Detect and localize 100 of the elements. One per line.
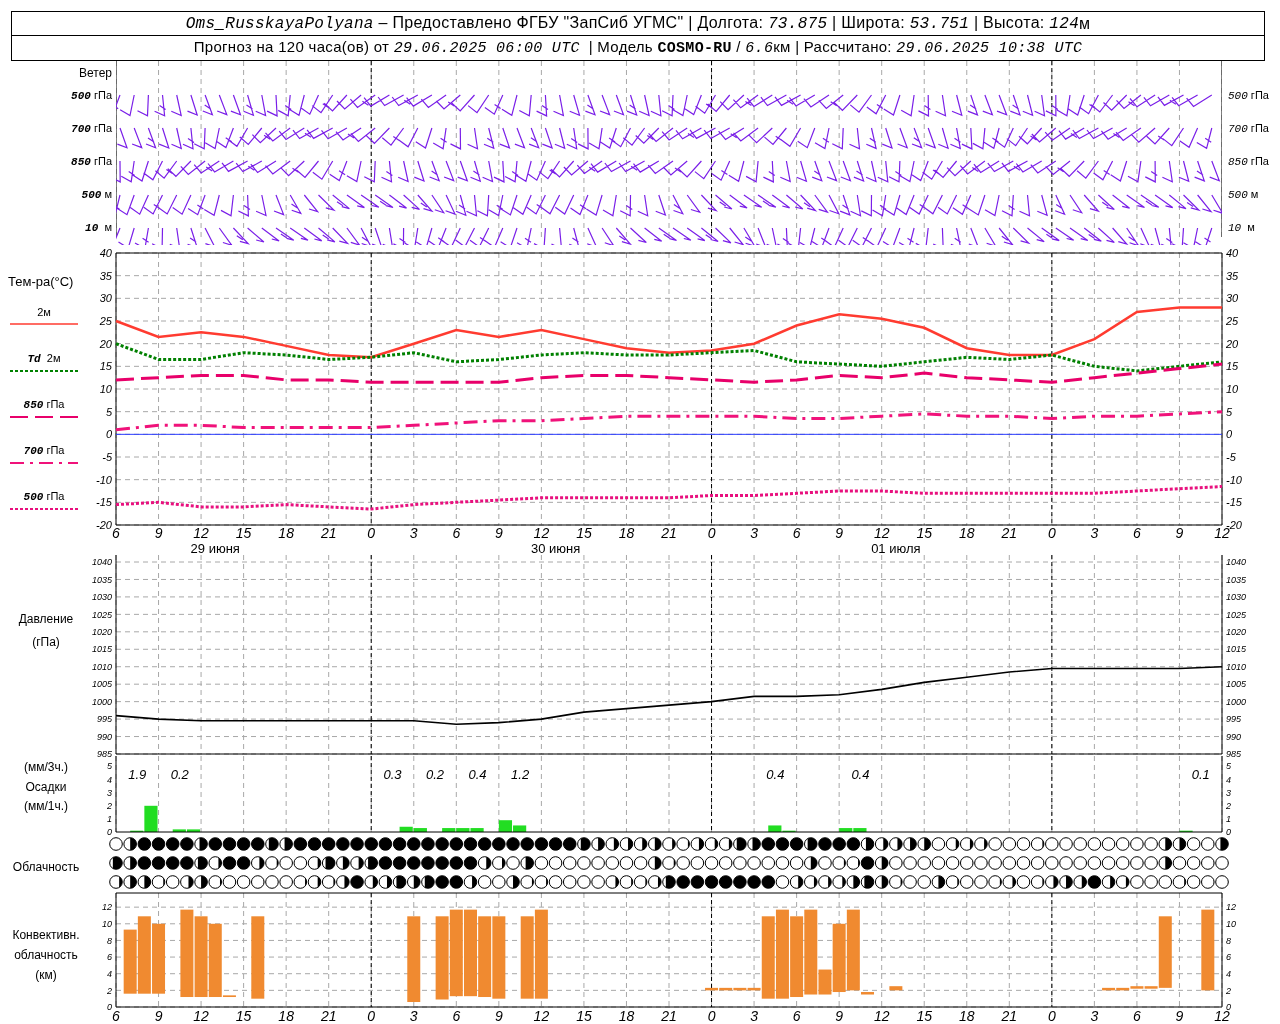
axis-tick-label: 35 xyxy=(1226,269,1239,282)
axis-tick-label: 3 xyxy=(409,525,418,541)
axis-tick-label: -5 xyxy=(1226,450,1236,463)
axis-tick-label: 12 xyxy=(193,525,209,541)
axis-tick-label: 9 xyxy=(835,525,844,541)
axis-tick-label: 9 xyxy=(1175,525,1184,541)
axis-tick-label: 10 xyxy=(1226,918,1236,929)
axis-tick-label: 985 xyxy=(1226,749,1242,760)
axis-tick-label: 2 xyxy=(107,800,112,811)
level-label: 700 гПа xyxy=(1228,120,1269,137)
axis-tick-label: 21 xyxy=(661,1008,677,1024)
axis-tick-label: 10 xyxy=(102,918,112,929)
axis-tick-label: 12 xyxy=(533,1008,550,1024)
axis-tick-label: 21 xyxy=(320,1008,337,1024)
axis-tick-label: 1030 xyxy=(1226,592,1247,603)
axis-tick-label: 0 xyxy=(1047,525,1056,541)
axis-tick-label: 25 xyxy=(1226,314,1239,327)
axis-tick-label: 1000 xyxy=(91,696,112,707)
axis-tick-label: 1020 xyxy=(1226,626,1247,637)
axis-tick-label: 8 xyxy=(107,935,112,946)
axis-tick-label: 4 xyxy=(107,968,112,979)
axis-tick-label: 15 xyxy=(99,360,112,373)
axis-tick-label: 18 xyxy=(278,525,294,541)
axis-tick-label: 1015 xyxy=(1226,644,1247,655)
precipitation-total: 0.4 xyxy=(468,767,487,782)
axis-tick-label: 6 xyxy=(792,1008,801,1024)
axis-tick-label: 5 xyxy=(107,761,112,772)
axis-tick-label: 1035 xyxy=(1226,574,1247,585)
axis-tick-label: 3 xyxy=(107,787,112,798)
axis-tick-label: -20 xyxy=(96,518,112,531)
axis-tick-label: 6 xyxy=(1226,952,1231,963)
header-text: Oms_RusskayaPolyana – Предоставлено ФГБУ "ЗапСиб УГМС" | Долгота: 73.875 | Широта: 53.751 | Высота: 124 xyxy=(185,13,1080,35)
panel-label: Тем-ра(°C) xyxy=(8,273,75,291)
axis-tick-label: 3 xyxy=(750,525,758,541)
axis-tick-label: 4 xyxy=(107,774,112,785)
axis-tick-label: 30 xyxy=(99,292,112,305)
panel-label: облачность xyxy=(14,947,78,964)
axis-tick-label: 18 xyxy=(959,1008,975,1024)
axis-tick-label: -15 xyxy=(1226,496,1242,509)
axis-tick-label: 10 xyxy=(99,382,112,395)
axis-tick-label: 12 xyxy=(873,1008,890,1024)
axis-tick-label: 12 xyxy=(873,525,890,541)
axis-tick-label: 15 xyxy=(916,525,932,541)
axis-tick-label: 0 xyxy=(707,525,716,541)
axis-tick-label: 0 xyxy=(105,428,112,441)
axis-tick-label: 9 xyxy=(154,1008,163,1024)
level-label: 700 гПа xyxy=(71,120,112,137)
level-label: 10 м xyxy=(85,219,112,236)
level-label: 500 м xyxy=(81,186,112,203)
axis-tick-label: 15 xyxy=(1226,360,1239,373)
axis-tick-label: 985 xyxy=(96,749,112,760)
precipitation-total: 1.9 xyxy=(128,767,147,782)
axis-tick-label: 1010 xyxy=(91,661,112,672)
axis-tick-label: 5 xyxy=(1226,761,1231,772)
precipitation-total: 0.4 xyxy=(851,767,870,782)
precipitation-total: 0.1 xyxy=(1191,767,1210,782)
axis-tick-label: 990 xyxy=(96,731,112,742)
panel-label: (км) xyxy=(35,967,57,984)
axis-tick-label: 6 xyxy=(1133,525,1141,541)
axis-tick-label: -10 xyxy=(96,473,112,486)
axis-tick-label: 6 xyxy=(112,1008,120,1024)
level-label: 10 м xyxy=(1228,219,1255,236)
axis-tick-label: 3 xyxy=(1226,787,1231,798)
axis-tick-label: 18 xyxy=(959,525,975,541)
axis-tick-label: 995 xyxy=(1226,714,1242,725)
axis-tick-label: 40 xyxy=(1226,246,1239,259)
axis-tick-label: 20 xyxy=(99,337,112,350)
panel-label: (гПа) xyxy=(32,634,60,651)
legend-label: 850 гПа xyxy=(22,397,66,412)
panel-label: Осадки xyxy=(25,778,67,796)
axis-tick-label: 18 xyxy=(618,1008,635,1024)
precipitation-total: 0.2 xyxy=(170,767,189,782)
axis-tick-label: 6 xyxy=(792,525,801,541)
axis-tick-label: 6 xyxy=(107,952,112,963)
axis-tick-label: 12 xyxy=(1214,525,1230,541)
axis-tick-label: 10 xyxy=(1226,382,1239,395)
axis-tick-label: 0 xyxy=(1226,827,1231,837)
panel-label: (мм/1ч.) xyxy=(23,798,69,815)
axis-tick-label: 2 xyxy=(1226,985,1231,996)
axis-tick-label: 1005 xyxy=(1226,679,1247,690)
axis-tick-label: 5 xyxy=(1226,405,1233,418)
axis-tick-label: 18 xyxy=(618,525,635,541)
axis-tick-label: 6 xyxy=(452,1008,461,1024)
axis-tick-label: 40 xyxy=(99,246,112,259)
axis-tick-label: 6 xyxy=(1133,1008,1141,1024)
axis-tick-label: 1015 xyxy=(91,644,112,655)
panel-label: (мм/3ч.) xyxy=(23,759,69,776)
axis-tick-label: 9 xyxy=(835,1008,844,1024)
axis-tick-label: 3 xyxy=(1090,525,1099,541)
precipitation-total: 1.2 xyxy=(511,767,530,782)
axis-tick-label: 8 xyxy=(1226,935,1231,946)
axis-tick-label: 3 xyxy=(750,1008,758,1024)
axis-tick-label: 21 xyxy=(1001,1008,1018,1024)
axis-tick-label: 9 xyxy=(1175,1008,1184,1024)
axis-tick-label: 30 xyxy=(1226,292,1239,305)
level-label: 500 м xyxy=(1228,186,1259,203)
axis-tick-label: 9 xyxy=(494,525,503,541)
axis-tick-label: 0 xyxy=(367,1008,376,1024)
date-label: 30 июня xyxy=(530,541,581,556)
axis-tick-label: 15 xyxy=(235,525,252,541)
